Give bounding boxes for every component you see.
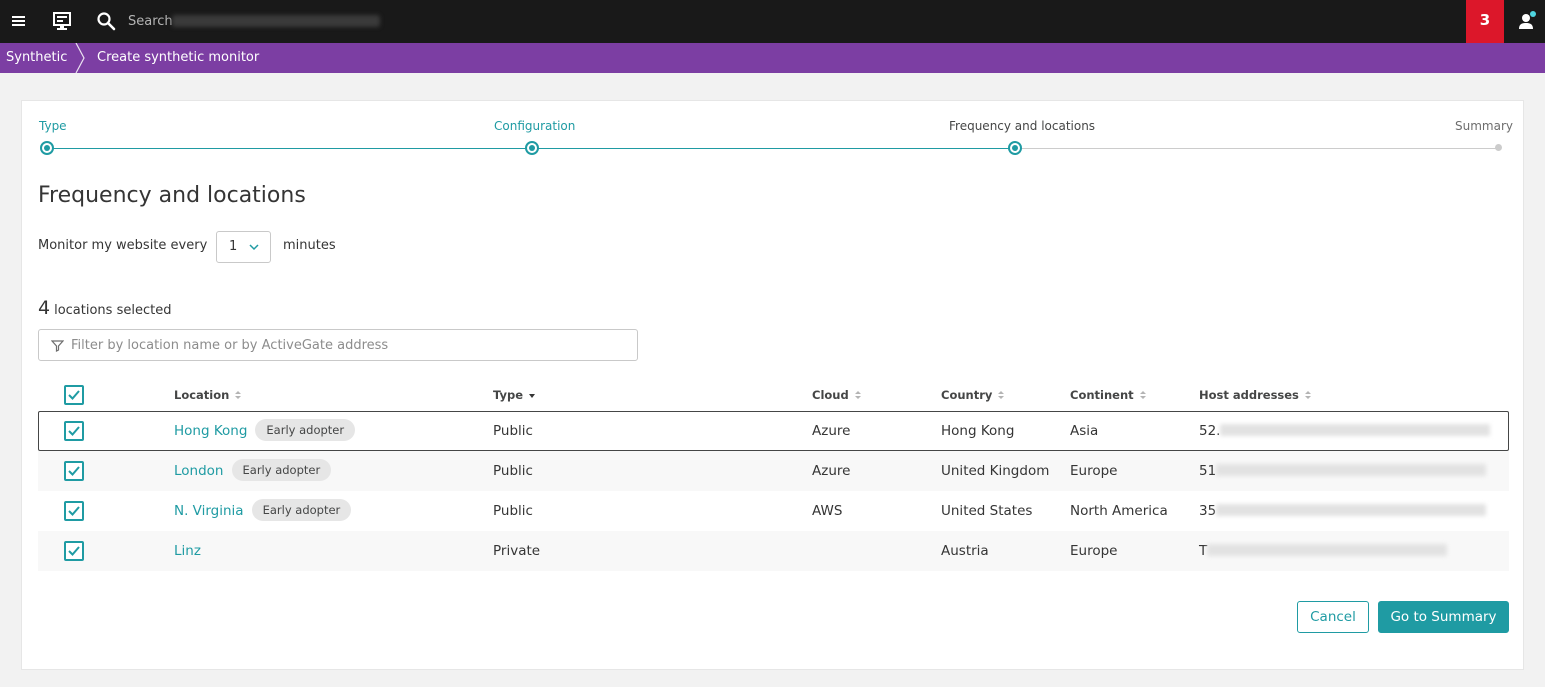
row-checkbox[interactable] <box>64 501 84 521</box>
breadcrumb: Synthetic Create synthetic monitor <box>0 43 1545 73</box>
early-adopter-badge: Early adopter <box>255 419 356 441</box>
checkmark-icon <box>68 506 80 516</box>
filter-icon <box>51 340 64 352</box>
step-frequency-dot <box>1008 141 1022 155</box>
user-icon[interactable] <box>1516 10 1538 32</box>
row-checkbox[interactable] <box>64 421 84 441</box>
location-continent: Europe <box>1070 543 1118 559</box>
row-checkbox[interactable] <box>64 461 84 481</box>
location-country: United Kingdom <box>941 463 1050 479</box>
host-addresses: T <box>1199 532 1448 570</box>
location-type: Public <box>493 423 533 439</box>
host-addresses: 35 <box>1199 492 1487 530</box>
checkmark-icon <box>68 546 80 556</box>
cancel-button[interactable]: Cancel <box>1297 601 1369 633</box>
host-addresses: 52. <box>1199 412 1491 450</box>
select-all-checkbox[interactable] <box>64 385 84 405</box>
sort-icon <box>1139 391 1146 399</box>
host-redacted-text <box>1220 424 1491 436</box>
host-redacted-text <box>1207 544 1448 556</box>
search-redacted-text <box>172 15 380 27</box>
checkmark-icon <box>68 426 80 436</box>
step-summary-dot <box>1495 144 1502 151</box>
search-icon[interactable] <box>95 10 117 32</box>
breadcrumb-separator-icon <box>75 43 85 73</box>
host-redacted-text <box>1216 464 1487 476</box>
chevron-down-icon <box>249 244 259 251</box>
top-bar: Search 3 <box>0 0 1545 43</box>
step-type-dot[interactable] <box>40 141 54 155</box>
column-continent[interactable]: Continent <box>1070 388 1147 402</box>
frequency-value: 1 <box>229 239 238 254</box>
location-country: United States <box>941 503 1033 519</box>
location-type: Private <box>493 543 541 559</box>
location-cloud: Azure <box>812 423 851 439</box>
sort-icon <box>235 391 242 399</box>
table-row[interactable]: N. Virginia Early adopter Public AWS Unit… <box>38 491 1509 531</box>
breadcrumb-create-monitor: Create synthetic monitor <box>97 50 260 65</box>
host-addresses: 51 <box>1199 452 1487 490</box>
location-link[interactable]: N. Virginia <box>174 503 244 519</box>
table-header: Location Type Cloud Country Continent Ho… <box>38 381 1509 411</box>
column-host-addresses[interactable]: Host addresses <box>1199 388 1312 402</box>
column-cloud[interactable]: Cloud <box>812 388 862 402</box>
sort-desc-icon <box>529 394 536 398</box>
frequency-unit: minutes <box>283 238 336 253</box>
location-filter-input[interactable] <box>71 335 621 355</box>
location-cloud: Azure <box>812 463 851 479</box>
column-location[interactable]: Location <box>174 388 242 402</box>
location-type: Public <box>493 503 533 519</box>
location-continent: Europe <box>1070 463 1118 479</box>
location-cloud: AWS <box>812 503 843 519</box>
locations-selected-summary: 4 locations selected <box>38 297 171 319</box>
location-link[interactable]: London <box>174 463 224 479</box>
early-adopter-badge: Early adopter <box>231 459 332 481</box>
column-type[interactable]: Type <box>493 388 536 402</box>
location-type: Public <box>493 463 533 479</box>
frequency-select[interactable]: 1 <box>216 231 271 263</box>
location-continent: Asia <box>1070 423 1099 439</box>
location-continent: North America <box>1070 503 1168 519</box>
step-configuration-dot[interactable] <box>525 141 539 155</box>
monitor-icon[interactable] <box>51 10 73 32</box>
search-placeholder: Search <box>128 14 173 29</box>
table-row[interactable]: Linz Private Austria Europe T <box>38 531 1509 571</box>
checkmark-icon <box>68 466 80 476</box>
location-country: Austria <box>941 543 989 559</box>
locations-selected-text: locations selected <box>54 303 172 318</box>
checkmark-icon <box>68 390 80 400</box>
table-row[interactable]: Hong Kong Early adopter Public Azure Hong… <box>38 411 1509 451</box>
early-adopter-badge: Early adopter <box>251 499 352 521</box>
location-link[interactable]: Hong Kong <box>174 423 247 439</box>
page-title: Frequency and locations <box>38 183 306 208</box>
step-summary-label: Summary <box>1455 119 1513 133</box>
table-row[interactable]: London Early adopter Public Azure United … <box>38 451 1509 491</box>
sort-icon <box>1304 391 1311 399</box>
go-to-summary-button[interactable]: Go to Summary <box>1378 601 1509 633</box>
row-checkbox[interactable] <box>64 541 84 561</box>
main-panel: Type Configuration Frequency and locatio… <box>21 100 1524 670</box>
location-country: Hong Kong <box>941 423 1015 439</box>
menu-icon[interactable] <box>8 10 30 32</box>
sort-icon <box>854 391 861 399</box>
frequency-label: Monitor my website every <box>38 238 208 253</box>
stepper-remaining-line <box>1014 148 1498 149</box>
step-configuration-label[interactable]: Configuration <box>494 119 575 133</box>
location-link[interactable]: Linz <box>174 543 201 559</box>
locations-selected-count: 4 <box>38 297 51 319</box>
column-country[interactable]: Country <box>941 388 1005 402</box>
host-redacted-text <box>1216 504 1487 516</box>
problems-count-badge[interactable]: 3 <box>1466 0 1504 43</box>
sort-icon <box>998 391 1005 399</box>
step-type-label[interactable]: Type <box>39 119 67 133</box>
breadcrumb-synthetic[interactable]: Synthetic <box>6 43 67 73</box>
step-frequency-label: Frequency and locations <box>949 119 1096 133</box>
location-filter <box>38 329 638 361</box>
